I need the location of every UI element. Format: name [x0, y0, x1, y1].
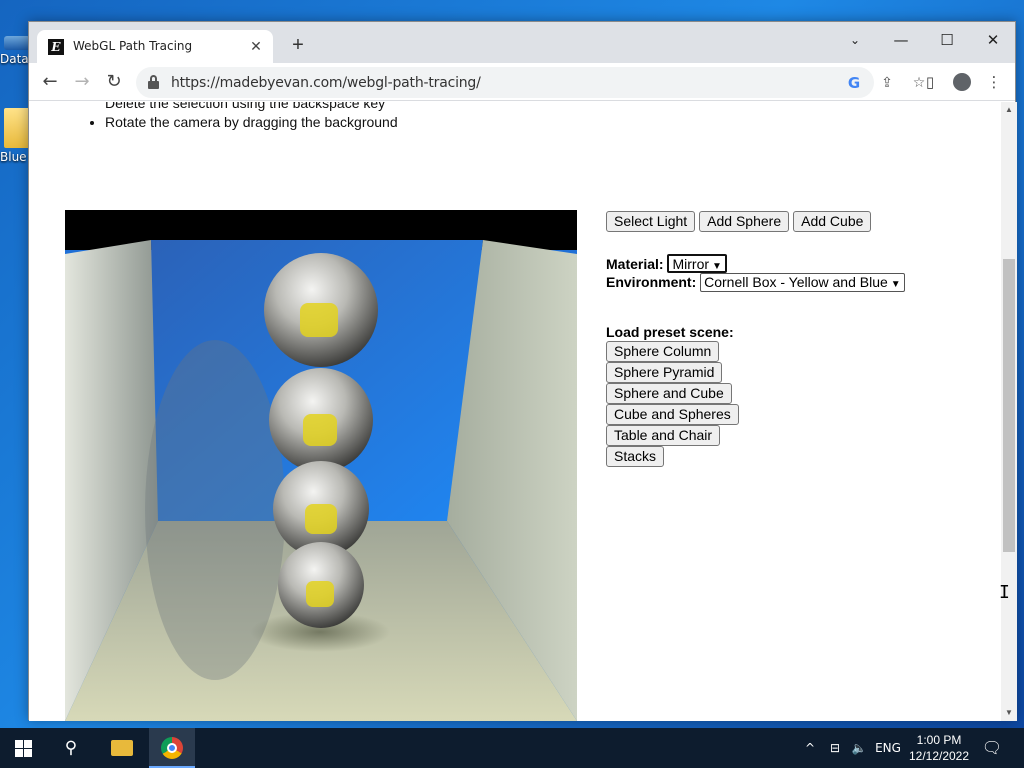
select-light-button[interactable]: Select Light — [606, 211, 696, 232]
environment-row: Environment: Cornell Box - Yellow and Bl… — [606, 273, 905, 292]
preset-sphere-column-button[interactable]: Sphere Column — [606, 341, 720, 362]
sphere-column — [264, 253, 378, 628]
new-tab-icon[interactable]: + — [287, 34, 309, 56]
volume-icon[interactable]: 🔈 — [848, 728, 870, 768]
address-bar[interactable]: https://madebyevan.com/webgl-path-tracin… — [136, 67, 925, 98]
start-button[interactable] — [0, 728, 46, 768]
environment-select[interactable]: Cornell Box - Yellow and Blue ▼ — [700, 273, 905, 292]
scroll-thumb[interactable] — [1003, 259, 1015, 552]
preset-stacks-button[interactable]: Stacks — [606, 446, 665, 467]
chevron-down-icon: ▼ — [712, 261, 722, 272]
side-panel-icon[interactable]: ▯ — [918, 70, 942, 94]
notifications-icon[interactable]: 🗨 — [976, 728, 1008, 768]
maximize-icon[interactable]: ☐ — [924, 26, 970, 54]
network-icon[interactable]: ⊟ — [824, 728, 846, 768]
desktop-icon-blue[interactable]: Blue — [0, 108, 30, 164]
list-item: Rotate the camera by dragging the backgr… — [105, 113, 398, 132]
data-icon — [4, 36, 30, 50]
environment-value: Cornell Box - Yellow and Blue — [704, 274, 888, 290]
material-row: Material: Mirror ▼ — [606, 254, 905, 273]
preset-sphere-and-cube-button[interactable]: Sphere and Cube — [606, 383, 732, 404]
taskbar: ⚲ ^ ⊟ 🔈 ENG 1:00 PM 12/12/2022 🗨 — [0, 728, 1024, 768]
page-content: Delete the selection using the backspace… — [29, 102, 1001, 721]
chrome-icon — [161, 737, 183, 759]
chrome-taskbar-button[interactable] — [149, 728, 195, 768]
preset-title: Load preset scene: — [606, 324, 734, 340]
forward-arrow-icon[interactable]: → — [70, 70, 94, 94]
scroll-up-icon[interactable]: ▲ — [1005, 106, 1013, 114]
add-cube-button[interactable]: Add Cube — [793, 211, 872, 232]
scroll-down-icon[interactable]: ▼ — [1005, 709, 1013, 717]
show-hidden-icons-icon[interactable]: ^ — [800, 728, 820, 768]
minimize-icon[interactable]: — — [878, 26, 924, 54]
clock[interactable]: 1:00 PM 12/12/2022 — [906, 732, 972, 764]
folder-icon — [4, 108, 30, 148]
close-tab-icon[interactable]: ✕ — [247, 37, 265, 55]
preset-sphere-pyramid-button[interactable]: Sphere Pyramid — [606, 362, 723, 383]
environment-label: Environment: — [606, 274, 697, 290]
text-cursor-icon: I — [999, 582, 1010, 603]
path-tracing-canvas[interactable] — [65, 210, 577, 721]
favicon-icon: E — [48, 39, 64, 55]
desktop-icon-label: Blue — [0, 150, 27, 164]
scene-buttons: Select Light Add Sphere Add Cube — [606, 211, 905, 232]
desktop-icon-label: Data — [0, 52, 29, 66]
reload-icon[interactable]: ↻ — [102, 70, 126, 94]
lock-icon[interactable] — [148, 75, 159, 89]
back-arrow-icon[interactable]: ← — [38, 70, 62, 94]
url-text[interactable]: https://madebyevan.com/webgl-path-tracin… — [171, 75, 481, 91]
preset-cube-and-spheres-button[interactable]: Cube and Spheres — [606, 404, 739, 425]
google-icon[interactable]: G — [843, 72, 865, 94]
share-icon[interactable]: ⇪ — [876, 72, 898, 94]
browser-tab[interactable]: E WebGL Path Tracing ✕ — [37, 30, 273, 63]
browser-toolbar: ← → ↻ https://madebyevan.com/webgl-path-… — [29, 63, 1015, 101]
tab-search-icon[interactable]: ⌄ — [832, 26, 878, 54]
rendered-scene — [65, 210, 577, 721]
search-icon[interactable]: ⚲ — [48, 728, 94, 768]
browser-window: E WebGL Path Tracing ✕ + ⌄ — ☐ ✕ ← → ↻ h… — [28, 21, 1017, 721]
kebab-menu-icon[interactable]: ⋮ — [982, 70, 1006, 94]
chevron-down-icon: ▼ — [890, 279, 901, 290]
instructions-list: Delete the selection using the backspace… — [85, 102, 398, 132]
add-sphere-button[interactable]: Add Sphere — [699, 211, 790, 232]
close-window-icon[interactable]: ✕ — [970, 26, 1016, 54]
vertical-scrollbar[interactable]: ▲ ▼ — [1001, 102, 1017, 721]
material-select[interactable]: Mirror ▼ — [667, 254, 727, 273]
desktop-icon-data[interactable]: Data — [0, 8, 30, 66]
tab-title: WebGL Path Tracing — [73, 39, 193, 53]
profile-avatar-icon[interactable] — [950, 70, 974, 94]
language-indicator[interactable]: ENG — [872, 728, 904, 768]
preset-list: Sphere Column Sphere Pyramid Sphere and … — [606, 341, 905, 467]
file-explorer-button[interactable] — [99, 728, 145, 768]
windows-logo-icon — [14, 739, 32, 757]
folder-icon — [111, 740, 133, 756]
tab-strip: E WebGL Path Tracing ✕ + ⌄ — ☐ ✕ — [29, 22, 1015, 63]
controls-panel: Select Light Add Sphere Add Cube Materia… — [606, 211, 905, 467]
clock-date: 12/12/2022 — [908, 749, 970, 763]
list-item: Delete the selection using the backspace… — [105, 102, 398, 113]
material-label: Material: — [606, 256, 664, 272]
clock-time: 1:00 PM — [916, 733, 962, 747]
preset-table-and-chair-button[interactable]: Table and Chair — [606, 425, 721, 446]
material-value: Mirror — [672, 256, 710, 272]
